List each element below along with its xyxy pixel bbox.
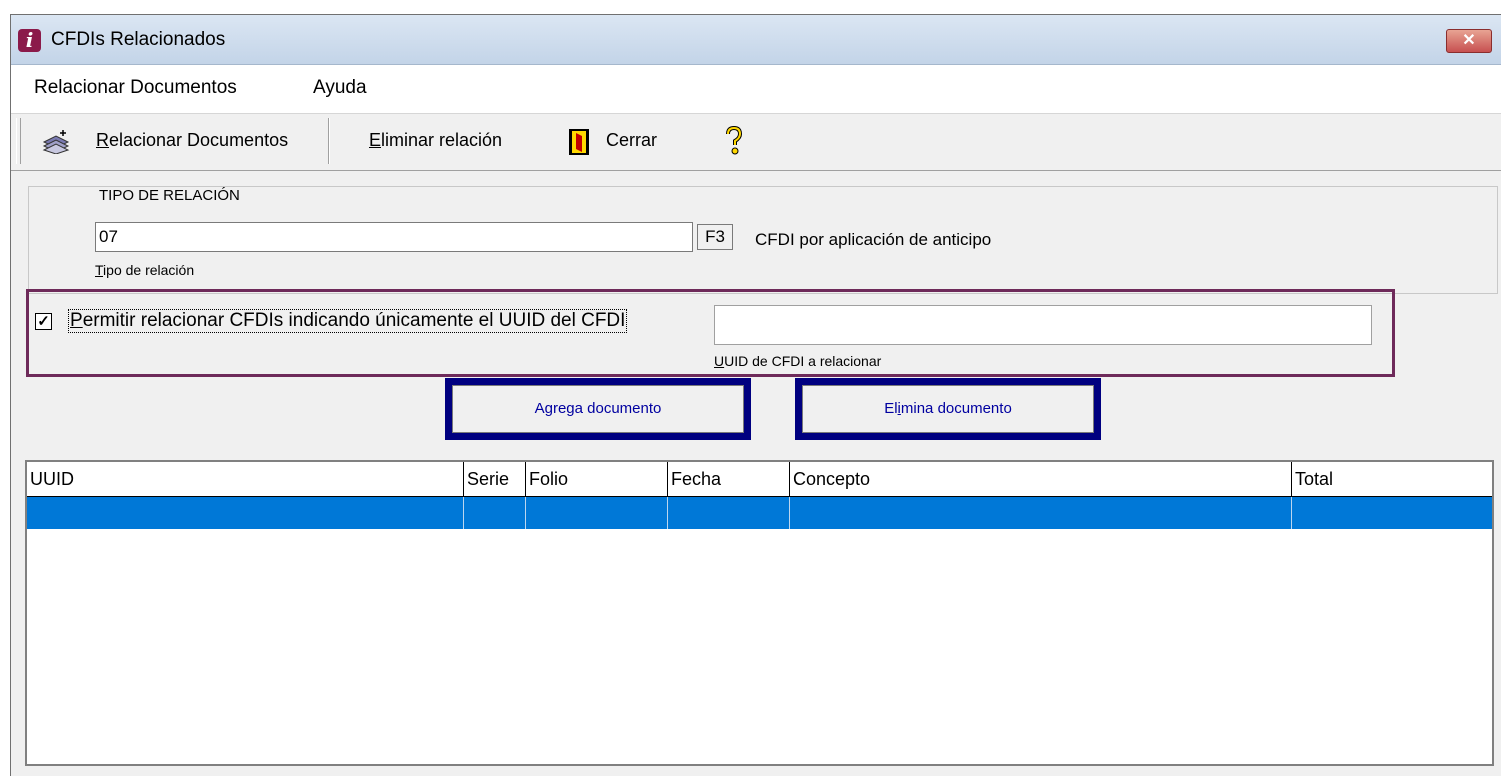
close-button[interactable]: ✕: [1446, 29, 1492, 53]
menu-ayuda[interactable]: Ayuda: [313, 77, 367, 99]
eliminar-label: liminar relación: [381, 130, 503, 150]
uuid-label: UUID de CFDI a relacionar: [714, 353, 881, 369]
uuid-label-text: UID de CFDI a relacionar: [724, 353, 882, 369]
agrega-button-face: Agrega documento: [452, 385, 744, 433]
tipo-mnemonic: T: [95, 262, 104, 278]
toolbar-grip[interactable]: [16, 118, 21, 164]
info-icon: i: [18, 29, 41, 52]
help-icon[interactable]: [723, 126, 745, 156]
eliminar-relacion-button[interactable]: Eliminar relación: [369, 130, 502, 151]
column-header-uuid[interactable]: UUID: [27, 462, 464, 496]
permitir-uuid-checkbox[interactable]: ✓: [35, 313, 52, 330]
documents-grid[interactable]: UUID Serie Folio Fecha Concepto Total: [25, 460, 1494, 766]
f3-lookup-button[interactable]: F3: [697, 224, 733, 250]
cell-fecha[interactable]: [668, 497, 790, 529]
elimina-first: El: [884, 400, 898, 417]
relacionar-documentos-button[interactable]: Relacionar Documentos: [96, 130, 288, 151]
cell-folio[interactable]: [526, 497, 668, 529]
group-title: TIPO DE RELACIÓN: [97, 187, 242, 204]
elimina-button-face: Elimina documento: [802, 385, 1094, 433]
cell-total[interactable]: [1292, 497, 1492, 529]
cell-serie[interactable]: [464, 497, 526, 529]
column-header-total[interactable]: Total: [1292, 462, 1492, 496]
cerrar-button[interactable]: Cerrar: [606, 130, 657, 151]
column-header-serie[interactable]: Serie: [464, 462, 526, 496]
menu-relacionar-documentos[interactable]: Relacionar Documentos: [34, 77, 237, 99]
tipo-relacion-label: Tipo de relación: [95, 262, 194, 278]
tipo-relacion-input[interactable]: 07: [95, 222, 693, 252]
relacionar-label: elacionar Documentos: [109, 130, 289, 150]
table-row[interactable]: [27, 497, 1492, 529]
tipo-label-text: ipo de relación: [103, 262, 195, 278]
elimina-rest: mina documento: [900, 400, 1012, 417]
cell-uuid[interactable]: [27, 497, 464, 529]
permitir-uuid-label[interactable]: Permitir relacionar CFDIs indicando únic…: [68, 309, 628, 333]
tipo-relacion-description: CFDI por aplicación de anticipo: [755, 230, 992, 249]
menu-bar: Relacionar Documentos Ayuda: [11, 65, 1501, 114]
column-header-fecha[interactable]: Fecha: [668, 462, 790, 496]
uuid-mnemonic: U: [714, 353, 725, 369]
elimina-documento-button[interactable]: Elimina documento: [795, 378, 1101, 440]
column-header-concepto[interactable]: Concepto: [790, 462, 1292, 496]
books-icon[interactable]: [41, 128, 71, 154]
window-title: CFDIs Relacionados: [51, 29, 226, 50]
permitir-mnemonic: P: [70, 310, 83, 331]
agrega-documento-button[interactable]: Agrega documento: [445, 378, 751, 440]
permitir-label-text: ermitir relacionar CFDIs indicando única…: [82, 310, 626, 331]
grid-header: UUID Serie Folio Fecha Concepto Total: [27, 462, 1492, 497]
eliminar-mnemonic: E: [369, 130, 382, 150]
cell-concepto[interactable]: [790, 497, 1292, 529]
toolbar: Relacionar Documentos Eliminar relación …: [11, 114, 1501, 171]
exit-door-icon[interactable]: [568, 128, 590, 156]
relacionar-mnemonic: R: [96, 130, 109, 150]
toolbar-separator: [328, 118, 330, 164]
title-bar: i CFDIs Relacionados ✕: [11, 15, 1501, 65]
column-header-folio[interactable]: Folio: [526, 462, 668, 496]
uuid-input[interactable]: [714, 305, 1372, 345]
